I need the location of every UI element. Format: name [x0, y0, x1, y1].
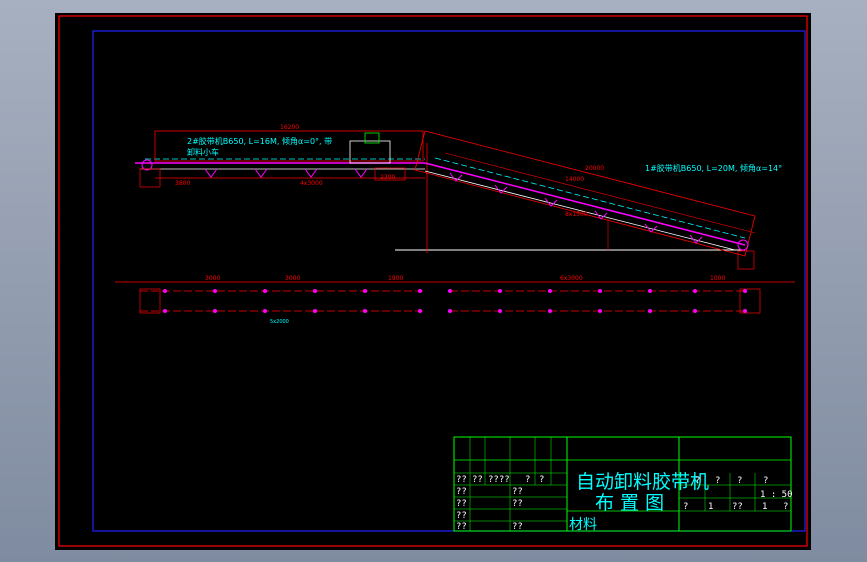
title-block: 自动卸料胶带机 布 置 图 材料 1 : 50 ?? ?? ???? ? ? ?…	[453, 436, 793, 533]
plan-1-tail-box	[739, 288, 761, 314]
tb-row-e-1: ??	[456, 522, 467, 532]
cad-viewport[interactable]: 2#胶带机B650, L=16M, 倾角α=0°, 带 卸料小车 1#胶带机B6…	[0, 0, 867, 562]
dim-idler-spacing-1: 8x1500	[565, 211, 588, 218]
tail-pulley-2	[141, 159, 153, 171]
conveyor-1-dim-box	[414, 130, 756, 257]
drawing-title-line2: 布 置 图	[595, 492, 664, 514]
tb-right-bottom-5: ?	[783, 502, 788, 512]
outer-frame-border	[58, 15, 808, 547]
conveyor-2-idlers	[204, 168, 368, 178]
drawing-svg: 2#胶带机B650, L=16M, 倾角α=0°, 带 卸料小车 1#胶带机B6…	[58, 15, 808, 547]
tb-right-bottom-3: ??	[732, 502, 743, 512]
scale-value: 1 : 50	[760, 490, 793, 500]
tb-right-bottom-1: ?	[683, 502, 688, 512]
dim-idler-spacing-2: 4x3000	[300, 180, 323, 187]
tb-right-top-4: ?	[763, 476, 768, 486]
tb-row-a-5: ?	[539, 475, 544, 485]
drawing-canvas[interactable]: 2#胶带机B650, L=16M, 倾角α=0°, 带 卸料小车 1#胶带机B6…	[55, 13, 811, 550]
discharge-car-top	[364, 132, 380, 144]
plan-2-tail-box	[139, 288, 161, 314]
elevation-view: 2#胶带机B650, L=16M, 倾角α=0°, 带 卸料小车 1#胶带机B6…	[135, 124, 782, 270]
tb-row-c-2: ??	[512, 499, 523, 509]
plan-dim-left: 3000	[205, 275, 220, 282]
tail-support-1	[737, 250, 755, 270]
plan-dim-head: 1900	[388, 275, 403, 282]
drawing-title-line1: 自动卸料胶带机	[576, 471, 709, 493]
material-label: 材料	[569, 517, 597, 533]
tb-row-a-4: ?	[525, 475, 530, 485]
tb-right-top-3: ?	[737, 476, 742, 486]
tb-right-top-1: ?	[695, 476, 700, 486]
tb-row-a-2: ??	[472, 475, 483, 485]
tb-right-bottom-4: 1	[762, 502, 767, 512]
plan-support-dots	[163, 289, 747, 313]
tb-right-bottom-2: 1	[708, 502, 713, 512]
discharge-car	[349, 140, 391, 164]
plan-dim-right: 1000	[710, 275, 725, 282]
plan-view: 3000 3000 1900 6x3000 1000 5x2000	[115, 275, 795, 325]
plan-label-2: 5x2000	[270, 319, 289, 325]
tb-row-e-2: ??	[512, 522, 523, 532]
conveyor-2-subnote: 卸料小车	[187, 147, 219, 157]
conveyor-2-note: 2#胶带机B650, L=16M, 倾角α=0°, 带	[187, 136, 332, 146]
conveyor-1-belt	[424, 162, 746, 246]
conveyor-1-idlers	[449, 172, 703, 244]
dim-segment-1: 14000	[565, 176, 584, 183]
tb-row-d-1: ??	[456, 511, 467, 521]
dim-overall-1: 20000	[585, 165, 604, 172]
inner-frame-border	[92, 30, 806, 532]
dim-head-segment: 2300	[380, 174, 395, 181]
dim-left-segment: 3800	[175, 180, 190, 187]
tb-row-a-3: ????	[488, 475, 510, 485]
tb-row-b-2: ??	[512, 487, 523, 497]
plan-dim-mid-1: 6x3000	[560, 275, 583, 282]
tb-right-top-2: ?	[715, 476, 720, 486]
plan-dim-mid-2: 3000	[285, 275, 300, 282]
tb-row-c-1: ??	[456, 499, 467, 509]
tb-row-b-1: ??	[456, 487, 467, 497]
conveyor-1-note: 1#胶带机B650, L=20M, 倾角α=14°	[645, 163, 782, 173]
dim-overall-2: 16200	[280, 124, 299, 131]
tb-row-a-1: ??	[456, 475, 467, 485]
